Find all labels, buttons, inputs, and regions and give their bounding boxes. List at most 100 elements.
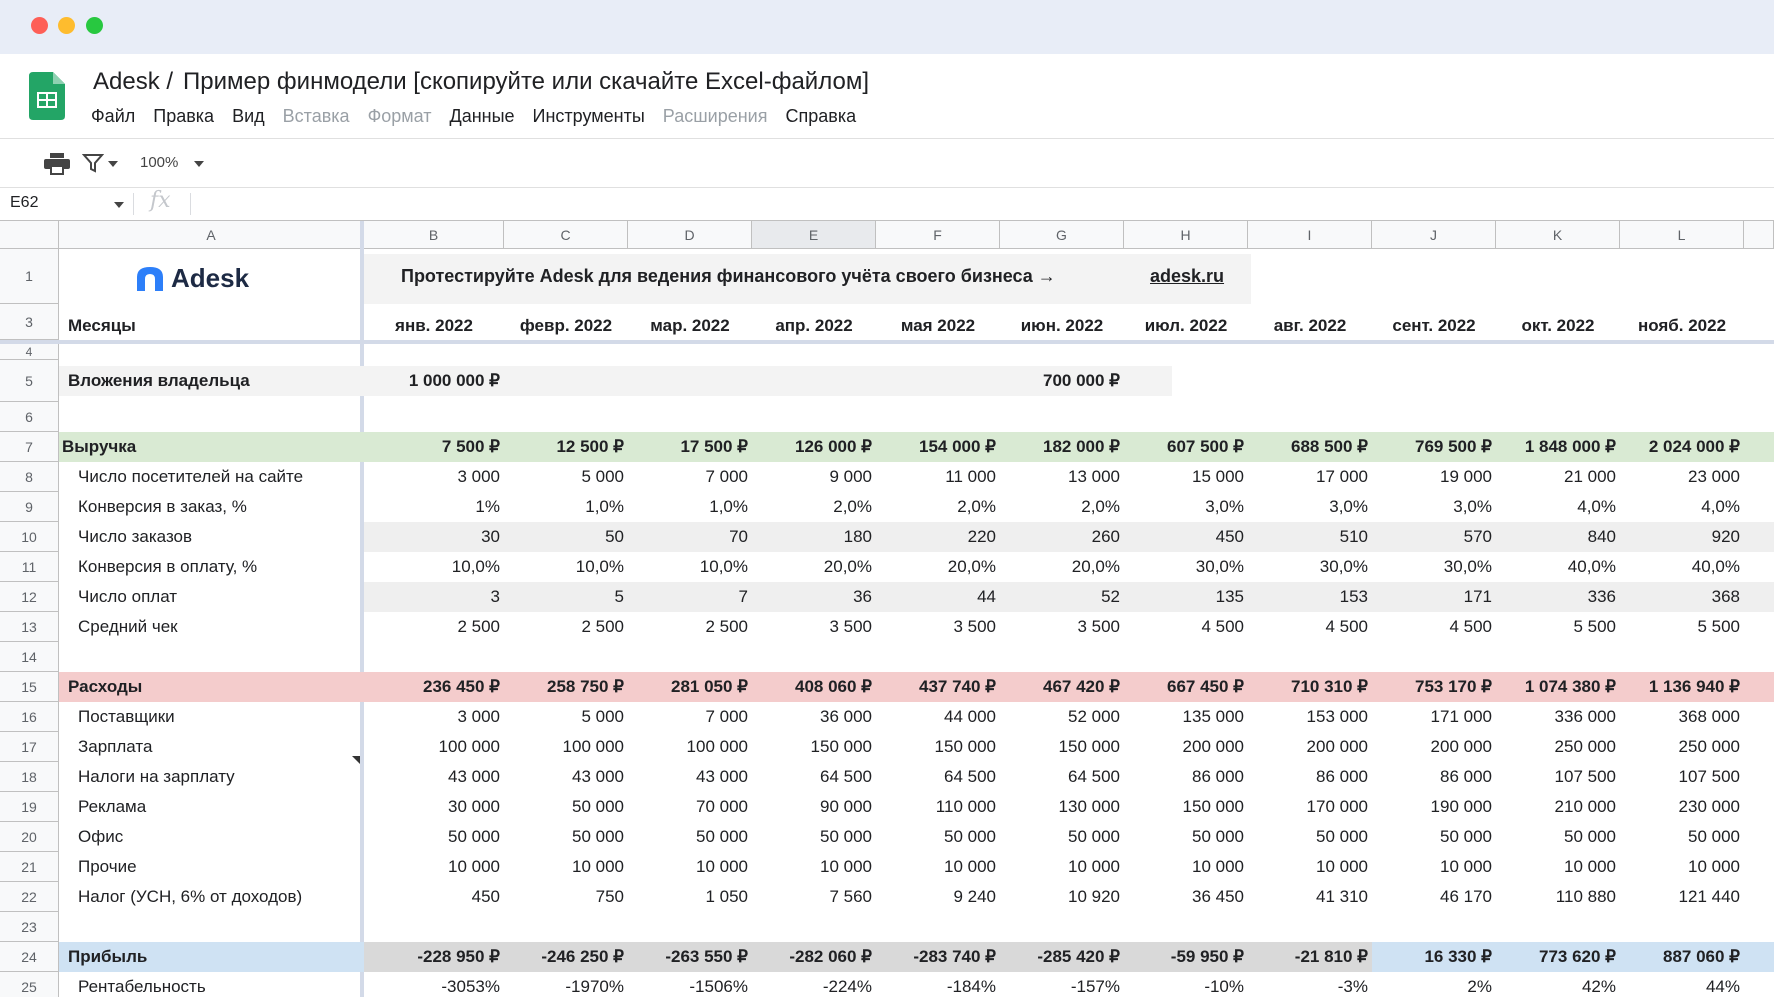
data-cell[interactable]: 220 bbox=[876, 522, 1000, 552]
column-header-C[interactable]: C bbox=[504, 221, 628, 249]
data-cell[interactable]: 4 500 bbox=[1248, 612, 1372, 642]
sheets-logo-icon[interactable] bbox=[29, 72, 65, 120]
row-label[interactable]: Налоги на зарплату bbox=[78, 762, 358, 792]
data-cell[interactable]: 750 bbox=[504, 882, 628, 912]
data-cell[interactable]: 7 000 bbox=[628, 462, 752, 492]
data-cell[interactable]: 2 500 bbox=[364, 612, 504, 642]
data-cell[interactable]: 20,0% bbox=[876, 552, 1000, 582]
data-cell[interactable]: 3 bbox=[364, 582, 504, 612]
row-header-12[interactable]: 12 bbox=[0, 582, 59, 612]
data-cell[interactable]: 1 000 000 ₽ bbox=[364, 366, 504, 396]
row-header-6[interactable]: 6 bbox=[0, 402, 59, 432]
data-cell[interactable]: 5 500 bbox=[1620, 612, 1744, 642]
row-header-18[interactable]: 18 bbox=[0, 762, 59, 792]
menu-item-4[interactable]: Формат bbox=[368, 106, 432, 130]
data-cell[interactable]: 41 310 bbox=[1248, 882, 1372, 912]
data-cell[interactable]: 3 500 bbox=[876, 612, 1000, 642]
filter-icon[interactable] bbox=[82, 152, 104, 174]
data-cell[interactable]: -246 250 ₽ bbox=[504, 942, 628, 972]
data-cell[interactable]: 9 240 bbox=[876, 882, 1000, 912]
row-header-20[interactable]: 20 bbox=[0, 822, 59, 852]
data-cell[interactable]: 281 050 ₽ bbox=[628, 672, 752, 702]
data-cell[interactable]: 182 000 ₽ bbox=[1000, 432, 1124, 462]
data-cell[interactable]: 100 000 bbox=[504, 732, 628, 762]
data-cell[interactable]: 36 450 bbox=[1124, 882, 1248, 912]
data-cell[interactable]: 769 500 ₽ bbox=[1372, 432, 1496, 462]
document-title[interactable]: Adesk / Пример финмодели [скопируйте или … bbox=[93, 68, 869, 96]
menu-item-6[interactable]: Инструменты bbox=[533, 106, 645, 130]
data-cell[interactable]: 20,0% bbox=[1000, 552, 1124, 582]
note-indicator-icon[interactable] bbox=[352, 756, 360, 764]
data-cell[interactable]: 150 000 bbox=[752, 732, 876, 762]
folder-prefix[interactable]: Adesk / bbox=[93, 68, 173, 95]
data-cell[interactable]: 100 000 bbox=[628, 732, 752, 762]
data-cell[interactable]: 107 500 bbox=[1620, 762, 1744, 792]
data-cell[interactable]: 36 000 bbox=[752, 702, 876, 732]
row-label[interactable]: Реклама bbox=[78, 792, 358, 822]
data-cell[interactable]: 7 bbox=[628, 582, 752, 612]
data-cell[interactable]: 20,0% bbox=[752, 552, 876, 582]
column-header-I[interactable]: I bbox=[1248, 221, 1372, 249]
row-label[interactable]: Средний чек bbox=[78, 612, 358, 642]
zoom-select[interactable]: 100% bbox=[140, 154, 178, 171]
data-cell[interactable]: 107 500 bbox=[1496, 762, 1620, 792]
data-cell[interactable]: 2,0% bbox=[1000, 492, 1124, 522]
data-cell[interactable]: 150 000 bbox=[1000, 732, 1124, 762]
data-cell[interactable]: 17 000 bbox=[1248, 462, 1372, 492]
data-cell[interactable]: 236 450 ₽ bbox=[364, 672, 504, 702]
data-cell[interactable]: 200 000 bbox=[1372, 732, 1496, 762]
data-cell[interactable]: 180 bbox=[752, 522, 876, 552]
data-cell[interactable]: 5 bbox=[504, 582, 628, 612]
data-cell[interactable]: 210 000 bbox=[1496, 792, 1620, 822]
row-header-4[interactable]: 4 bbox=[0, 344, 59, 360]
data-cell[interactable]: 171 bbox=[1372, 582, 1496, 612]
data-cell[interactable]: 3,0% bbox=[1372, 492, 1496, 522]
data-cell[interactable]: 336 000 bbox=[1496, 702, 1620, 732]
data-cell[interactable]: 3 000 bbox=[364, 462, 504, 492]
data-cell[interactable]: 126 000 ₽ bbox=[752, 432, 876, 462]
data-cell[interactable]: 700 000 ₽ bbox=[1000, 366, 1124, 396]
data-cell[interactable]: 1 848 000 ₽ bbox=[1496, 432, 1620, 462]
data-cell[interactable]: 153 000 bbox=[1248, 702, 1372, 732]
data-cell[interactable]: -283 740 ₽ bbox=[876, 942, 1000, 972]
data-cell[interactable]: 10 000 bbox=[1372, 852, 1496, 882]
data-cell[interactable]: 30,0% bbox=[1124, 552, 1248, 582]
column-header-J[interactable]: J bbox=[1372, 221, 1496, 249]
column-header-B[interactable]: B bbox=[364, 221, 504, 249]
section-label[interactable]: Вложения владельца bbox=[68, 366, 348, 396]
data-cell[interactable]: 50 000 bbox=[1496, 822, 1620, 852]
data-cell[interactable]: 36 bbox=[752, 582, 876, 612]
minimize-window-button[interactable] bbox=[58, 17, 75, 34]
data-cell[interactable]: 130 000 bbox=[1000, 792, 1124, 822]
menu-item-7[interactable]: Расширения bbox=[663, 106, 768, 130]
data-cell[interactable]: 1,0% bbox=[628, 492, 752, 522]
data-cell[interactable]: 64 500 bbox=[1000, 762, 1124, 792]
section-label[interactable]: Расходы bbox=[68, 672, 348, 702]
data-cell[interactable]: 70 000 bbox=[628, 792, 752, 822]
data-cell[interactable]: 30 000 bbox=[364, 792, 504, 822]
data-cell[interactable]: 50 000 bbox=[1372, 822, 1496, 852]
data-cell[interactable]: 10,0% bbox=[628, 552, 752, 582]
data-cell[interactable]: 40,0% bbox=[1496, 552, 1620, 582]
data-cell[interactable]: 5 500 bbox=[1496, 612, 1620, 642]
data-cell[interactable]: 50 000 bbox=[752, 822, 876, 852]
data-cell[interactable]: -10% bbox=[1124, 972, 1248, 997]
data-cell[interactable]: 15 000 bbox=[1124, 462, 1248, 492]
row-label[interactable]: Офис bbox=[78, 822, 358, 852]
data-cell[interactable]: 1 074 380 ₽ bbox=[1496, 672, 1620, 702]
data-cell[interactable]: 5 000 bbox=[504, 462, 628, 492]
data-cell[interactable]: 510 bbox=[1248, 522, 1372, 552]
data-cell[interactable]: 368 bbox=[1620, 582, 1744, 612]
column-header-K[interactable]: K bbox=[1496, 221, 1620, 249]
column-header-partial[interactable] bbox=[1744, 221, 1774, 249]
data-cell[interactable]: 10 000 bbox=[1000, 852, 1124, 882]
data-cell[interactable]: 44 bbox=[876, 582, 1000, 612]
row-header-15[interactable]: 15 bbox=[0, 672, 59, 702]
data-cell[interactable]: 1% bbox=[364, 492, 504, 522]
maximize-window-button[interactable] bbox=[86, 17, 103, 34]
data-cell[interactable]: 30,0% bbox=[1248, 552, 1372, 582]
data-cell[interactable]: 3 500 bbox=[752, 612, 876, 642]
data-cell[interactable]: 50 000 bbox=[876, 822, 1000, 852]
data-cell[interactable]: 43 000 bbox=[364, 762, 504, 792]
data-cell[interactable]: 110 880 bbox=[1496, 882, 1620, 912]
